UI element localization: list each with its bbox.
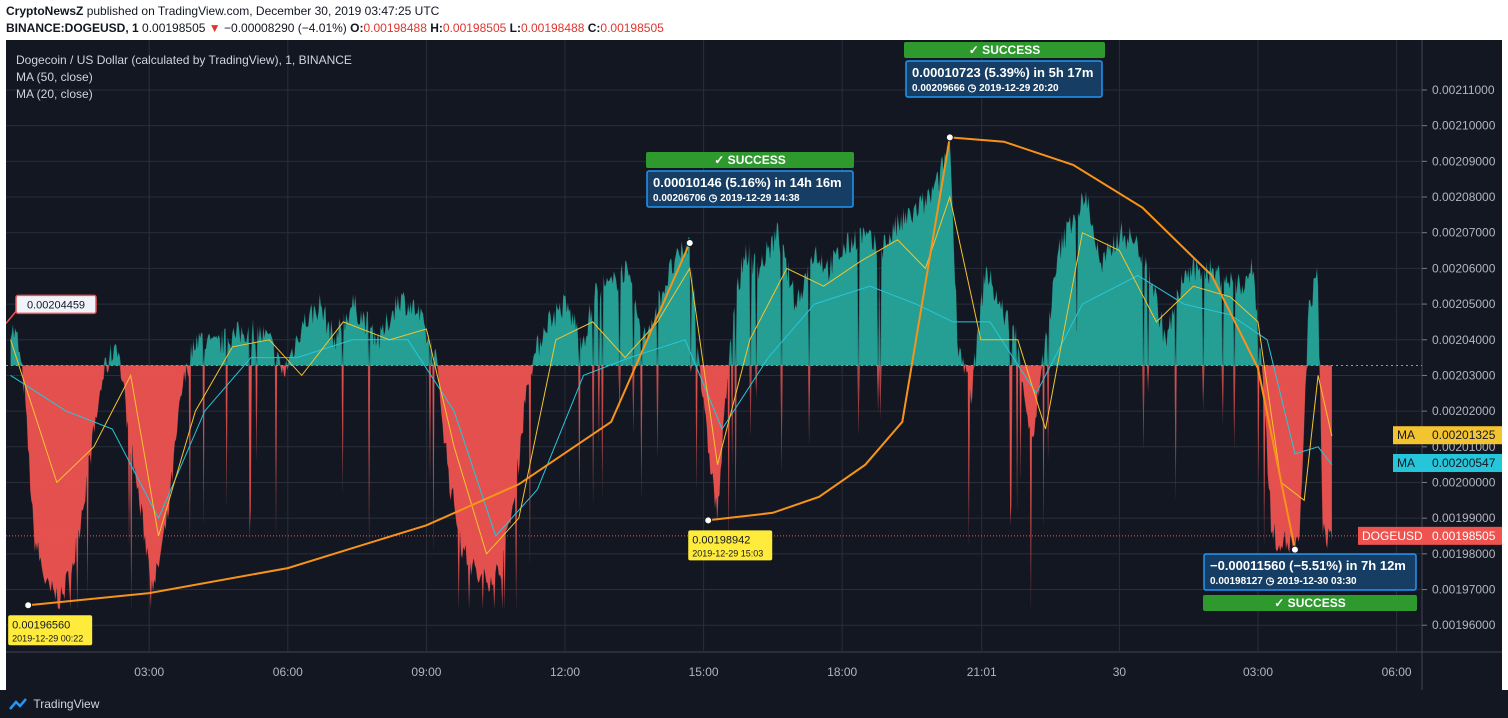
- open-value: 0.00198488: [363, 21, 427, 35]
- y-tick-label: 0.00207000: [1432, 226, 1496, 240]
- callout-sub-text: 0.00206706 ◷ 2019-12-29 14:38: [653, 193, 800, 204]
- yellow-label-date: 2019-12-29 15:03: [692, 548, 763, 558]
- price-chart[interactable]: 0.00204459 0.00196560 2019-12-29 00:22 0.00…: [5, 40, 1502, 690]
- high-label: H:: [430, 21, 443, 35]
- x-tick-label: 03:00: [134, 665, 164, 679]
- ohlc-line: BINANCE:DOGEUSD, 1 0.00198505 ▼ −0.00008…: [6, 21, 664, 35]
- axis-tag-label: MA: [1397, 428, 1415, 442]
- close-value: 0.00198505: [600, 21, 664, 35]
- yellow-label-value: 0.00198942: [692, 534, 750, 546]
- tradingview-cloud-icon: [9, 698, 27, 710]
- y-tick-label: 0.00196000: [1432, 618, 1496, 632]
- pivot-point: [704, 516, 713, 525]
- success-badge-text: ✓ SUCCESS: [714, 153, 785, 167]
- x-tick-label: 18:00: [827, 665, 857, 679]
- y-tick-label: 0.00211000: [1432, 83, 1495, 97]
- success-badge-text: ✓ SUCCESS: [969, 43, 1040, 57]
- ma50-legend: MA (50, close): [16, 70, 93, 84]
- y-tick-label: 0.00204000: [1432, 333, 1496, 347]
- yellow-label-date: 2019-12-29 00:22: [12, 633, 83, 643]
- low-value: 0.00198488: [520, 21, 585, 35]
- y-tick-label: 0.00202000: [1432, 404, 1496, 418]
- y-tick-label: 0.00209000: [1432, 154, 1496, 168]
- x-tick-label: 06:00: [1382, 665, 1412, 679]
- down-fill-area: [10, 365, 1332, 610]
- callout-main-text: −0.00011560 (−5.51%) in 7h 12m: [1210, 558, 1406, 573]
- publish-info: CryptoNewsZ published on TradingView.com…: [6, 4, 439, 18]
- open-label: O:: [350, 21, 364, 35]
- left-price-tag-text: 0.00204459: [27, 299, 85, 311]
- axis-tag-value: 0.00201325: [1432, 428, 1496, 442]
- left-tag-pointer: [5, 310, 17, 324]
- y-tick-label: 0.00205000: [1432, 297, 1496, 311]
- author-name: CryptoNewsZ: [6, 4, 84, 18]
- axis-tag-label: DOGEUSD: [1362, 529, 1423, 543]
- callout-sub-text: 0.00209666 ◷ 2019-12-29 20:20: [912, 83, 1059, 94]
- x-tick-label: 09:00: [411, 665, 441, 679]
- axis-tag-value: 0.00198505: [1432, 529, 1496, 543]
- callout-main-text: 0.00010146 (5.16%) in 14h 16m: [653, 175, 842, 190]
- callout-main-text: 0.00010723 (5.39%) in 5h 17m: [912, 65, 1093, 80]
- tradingview-logo[interactable]: TradingView: [8, 696, 99, 711]
- y-tick-label: 0.00210000: [1432, 119, 1496, 133]
- y-tick-label: 0.00199000: [1432, 511, 1496, 525]
- x-tick-label: 06:00: [273, 665, 303, 679]
- chart-title: Dogecoin / US Dollar (calculated by Trad…: [16, 53, 352, 67]
- pivot-point: [945, 133, 954, 142]
- published-text: published on TradingView.com, December 3…: [86, 4, 440, 18]
- callout-sub-text: 0.00198127 ◷ 2019-12-30 03:30: [1210, 576, 1357, 587]
- yellow-label-value: 0.00196560: [12, 619, 70, 631]
- close-label: C:: [587, 21, 601, 35]
- x-tick-label: 15:00: [689, 665, 719, 679]
- pivot-point: [685, 239, 694, 248]
- x-tick-label: 03:00: [1243, 665, 1273, 679]
- x-tick-label: 21:01: [967, 665, 997, 679]
- y-tick-label: 0.00200000: [1432, 475, 1496, 489]
- y-tick-label: 0.00203000: [1432, 368, 1496, 382]
- pivot-point: [1290, 545, 1299, 554]
- footer-brand: TradingView: [33, 696, 100, 711]
- y-tick-label: 0.00198000: [1432, 547, 1496, 561]
- high-value: 0.00198505: [442, 21, 507, 35]
- pivot-point: [24, 601, 33, 610]
- last-price: 0.00198505: [142, 21, 206, 35]
- axis-tag-value: 0.00200547: [1432, 456, 1496, 470]
- low-label: L:: [509, 21, 521, 35]
- axis-tag-label: MA: [1397, 456, 1415, 470]
- ma20-legend: MA (20, close): [16, 87, 93, 101]
- chart-area[interactable]: 0.00204459 0.00196560 2019-12-29 00:22 0.00…: [5, 40, 1502, 690]
- x-tick-label: 12:00: [550, 665, 580, 679]
- y-tick-label: 0.00206000: [1432, 261, 1496, 275]
- y-tick-label: 0.00208000: [1432, 190, 1496, 204]
- down-arrow-icon: ▼: [208, 21, 221, 35]
- y-tick-label: 0.00197000: [1432, 583, 1496, 597]
- symbol-name: BINANCE:DOGEUSD, 1: [6, 21, 139, 35]
- success-badge-text: ✓ SUCCESS: [1274, 596, 1345, 610]
- footer-bar: TradingView: [0, 690, 1508, 718]
- up-fill-area: [10, 134, 1332, 366]
- price-change: −0.00008290 (−4.01%): [224, 21, 347, 35]
- x-tick-label: 30: [1113, 665, 1127, 679]
